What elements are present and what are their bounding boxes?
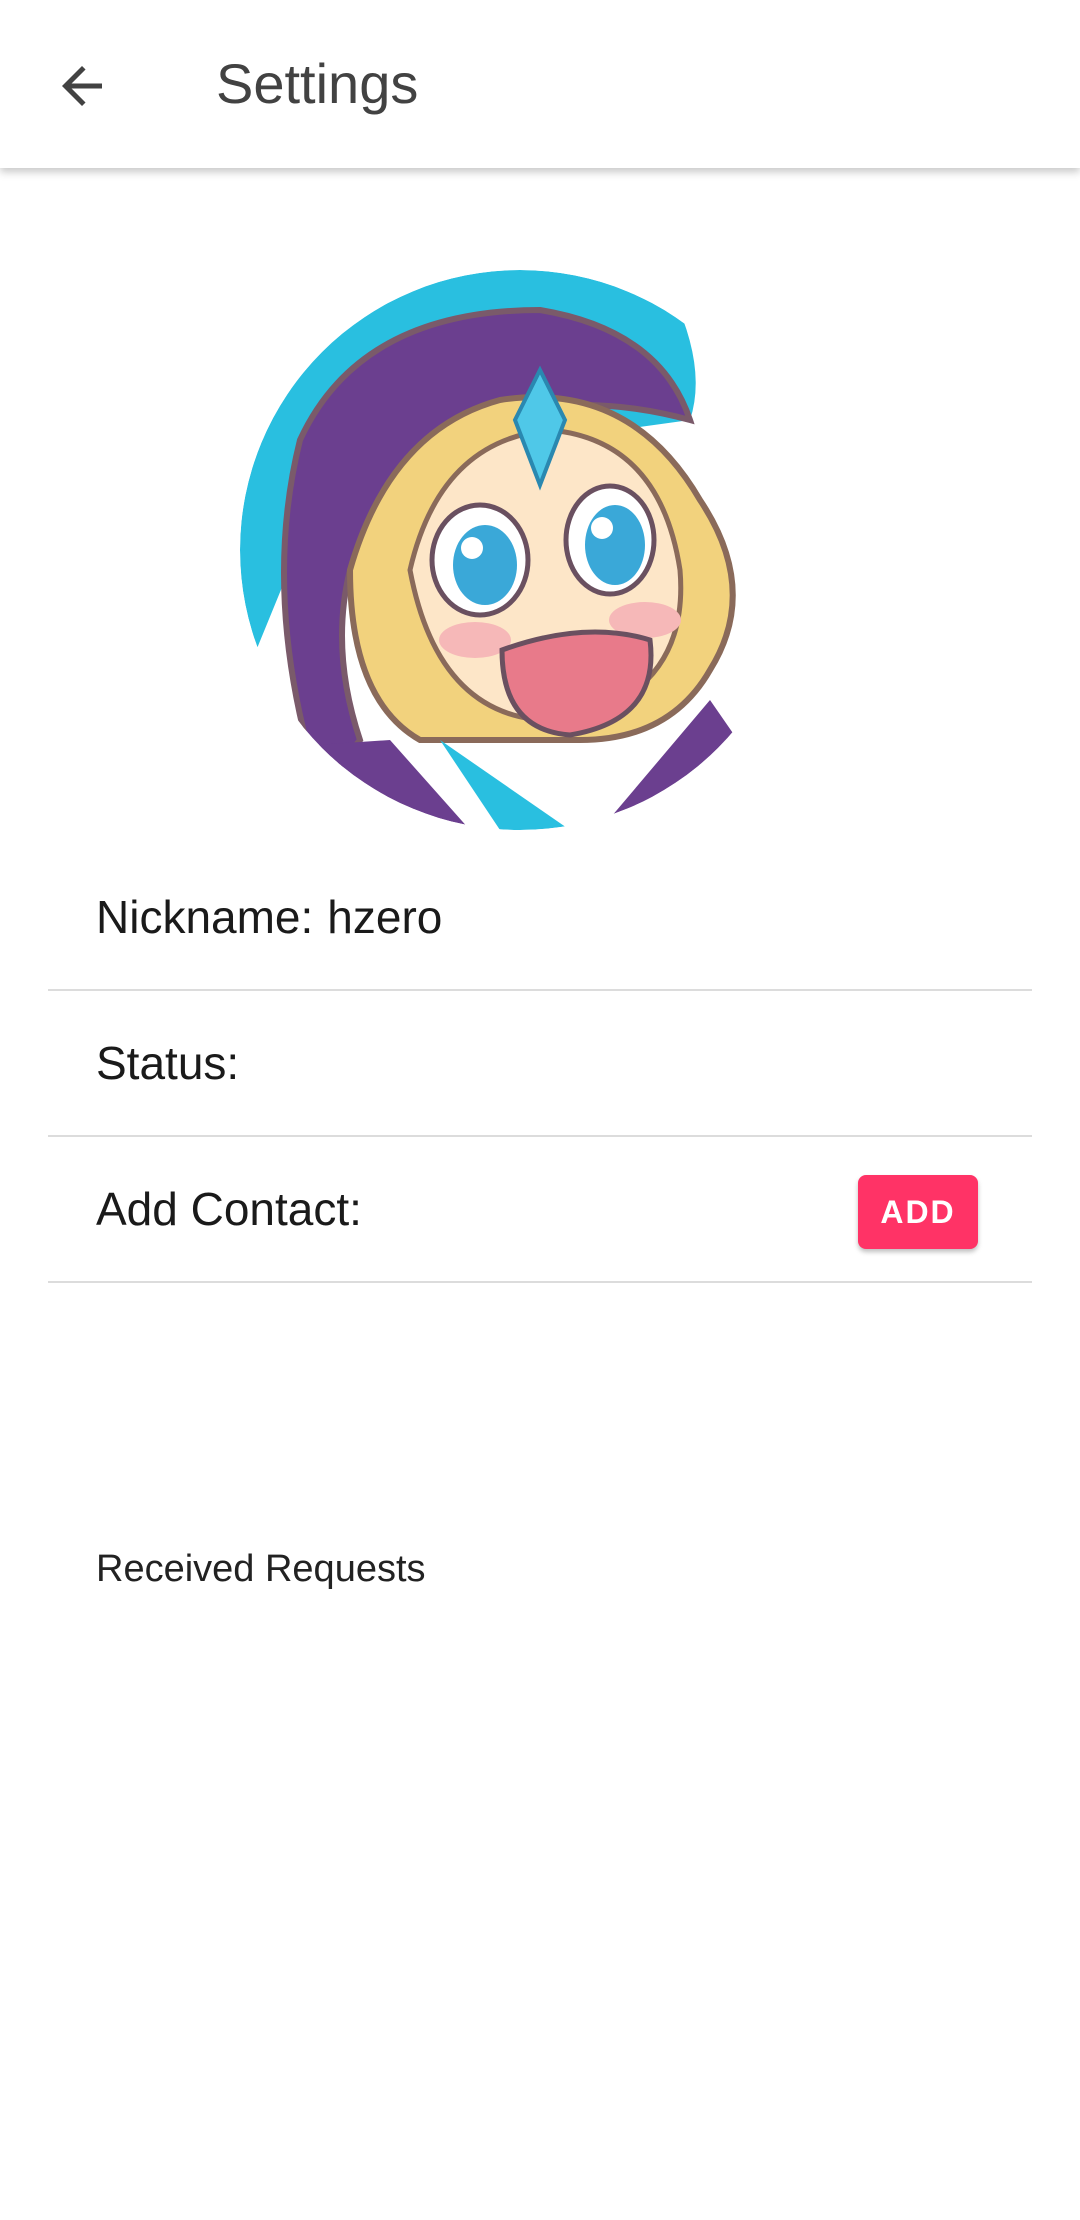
app-bar: Settings [0,0,1080,168]
nickname-row: Nickname: hzero [48,845,1032,991]
status-row[interactable]: Status: [48,991,1032,1137]
add-contact-row: Add Contact: ADD [48,1137,1032,1283]
anime-character-avatar-icon [240,270,800,830]
add-contact-button[interactable]: ADD [858,1175,978,1249]
add-contact-label: Add Contact: [96,1183,362,1235]
page-title: Settings [216,52,419,115]
nickname-label: Nickname: [96,891,314,943]
avatar[interactable] [240,270,800,830]
received-requests-heading: Received Requests [96,1548,426,1590]
arrow-back-icon [62,66,102,106]
back-button[interactable] [40,44,124,128]
status-label: Status: [96,1037,240,1089]
nickname-value: hzero [327,891,443,943]
